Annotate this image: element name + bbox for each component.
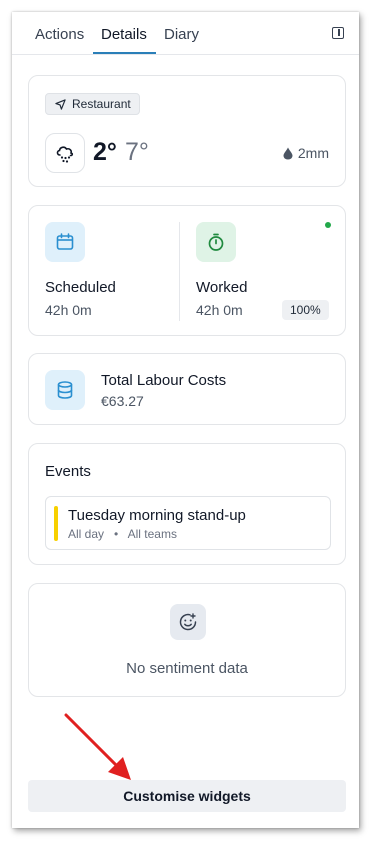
worked-label: Worked — [196, 279, 248, 296]
location-badge: Restaurant — [45, 93, 140, 115]
rainfall: 2mm — [283, 145, 329, 161]
scheduled-icon-tile — [45, 222, 85, 262]
tab-actions[interactable]: Actions — [35, 26, 84, 43]
details-panel: Actions Details Diary Restaurant 2° 7° 2… — [12, 12, 359, 828]
customise-widgets-button[interactable]: Customise widgets — [28, 780, 346, 812]
rainfall-value: 2mm — [297, 145, 329, 161]
high-temperature: 7° — [125, 138, 149, 166]
tab-details[interactable]: Details — [101, 26, 147, 43]
event-meta: All day • All teams — [68, 527, 177, 541]
calendar-icon — [56, 233, 74, 250]
worked-percentage-badge: 100% — [282, 300, 329, 320]
event-teams: All teams — [127, 527, 177, 541]
worked-value: 42h 0m — [196, 302, 243, 318]
event-duration: All day — [68, 527, 105, 541]
events-card: Events Tuesday morning stand-up All day … — [28, 443, 346, 565]
current-temperature: 2° — [93, 138, 117, 166]
raindrop-icon — [283, 147, 293, 159]
event-name: Tuesday morning stand-up — [68, 507, 246, 524]
hours-card: Scheduled 42h 0m Worked 42h 0m 100% — [28, 205, 346, 336]
event-color-bar — [54, 506, 58, 541]
labour-costs-title: Total Labour Costs — [101, 372, 227, 389]
labour-costs-value: €63.27 — [101, 393, 144, 409]
sentiment-icon-tile — [170, 604, 206, 640]
hours-divider — [179, 222, 180, 321]
worked-status-dot — [325, 222, 331, 228]
weather-condition — [45, 133, 85, 173]
sentiment-card: No sentiment data — [28, 583, 346, 697]
database-icon — [57, 381, 73, 399]
events-title: Events — [45, 463, 91, 480]
event-meta-separator: • — [107, 527, 125, 541]
no-sentiment-text: No sentiment data — [126, 660, 248, 677]
snow-cloud-icon — [56, 146, 74, 163]
active-tab-indicator — [93, 52, 156, 54]
navigation-arrow-icon — [55, 98, 66, 110]
stopwatch-icon — [208, 233, 224, 251]
weather-card: Restaurant 2° 7° 2mm — [28, 75, 346, 187]
collapse-panel-icon[interactable] — [332, 27, 344, 39]
scheduled-label: Scheduled — [45, 279, 116, 296]
worked-icon-tile — [196, 222, 236, 262]
labour-costs-card: Total Labour Costs €63.27 — [28, 353, 346, 425]
location-label: Restaurant — [72, 97, 131, 111]
event-item[interactable]: Tuesday morning stand-up All day • All t… — [45, 496, 331, 550]
tab-diary[interactable]: Diary — [164, 26, 199, 43]
labour-icon-tile — [45, 370, 85, 410]
tab-bar: Actions Details Diary — [12, 12, 359, 55]
scheduled-value: 42h 0m — [45, 302, 92, 318]
smiley-icon — [179, 613, 197, 631]
